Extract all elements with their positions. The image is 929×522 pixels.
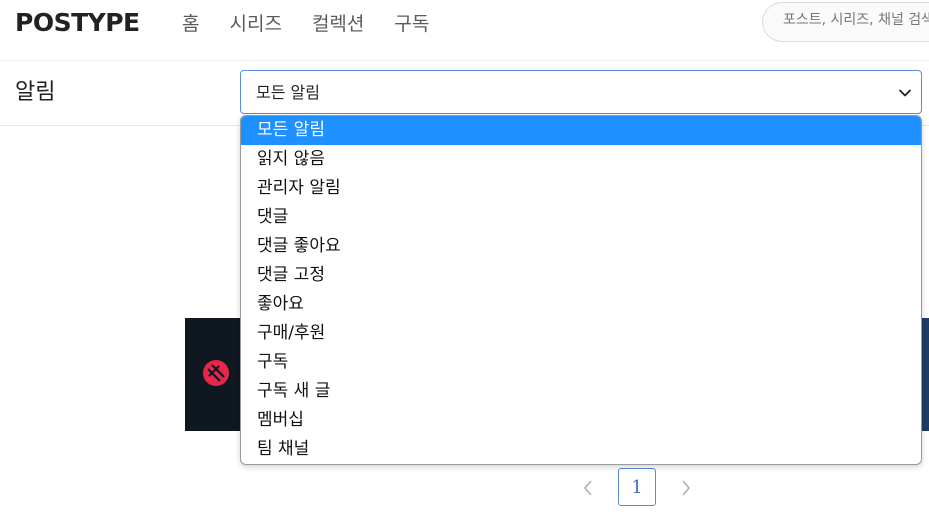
circle-logo-icon xyxy=(203,360,229,386)
chevron-left-icon[interactable] xyxy=(578,476,598,500)
option-unread[interactable]: 읽지 않음 xyxy=(241,145,921,174)
option-team-channel[interactable]: 팀 채널 xyxy=(241,435,921,464)
option-membership[interactable]: 멤버십 xyxy=(241,406,921,435)
option-purchase-support[interactable]: 구매/후원 xyxy=(241,319,921,348)
top-navigation-bar: POSTYPE 홈 시리즈 컬렉션 구독 xyxy=(0,0,929,61)
option-admin-notifications[interactable]: 관리자 알림 xyxy=(241,174,921,203)
nav-item-home[interactable]: 홈 xyxy=(182,10,199,38)
search-input[interactable] xyxy=(783,12,929,28)
pagination: 1 xyxy=(578,468,698,508)
main-nav: 홈 시리즈 컬렉션 구독 xyxy=(182,10,429,38)
nav-item-series[interactable]: 시리즈 xyxy=(229,10,281,38)
notification-filter-value: 모든 알림 xyxy=(256,83,320,102)
nav-item-subscription[interactable]: 구독 xyxy=(394,10,429,38)
search-box[interactable] xyxy=(762,2,929,42)
option-comment-likes[interactable]: 댓글 좋아요 xyxy=(241,232,921,261)
notification-filter-dropdown: 모든 알림 읽지 않음 관리자 알림 댓글 댓글 좋아요 댓글 고정 좋아요 구… xyxy=(240,115,922,465)
notification-filter-select[interactable]: 모든 알림 xyxy=(240,70,922,114)
option-comments[interactable]: 댓글 xyxy=(241,203,921,232)
page-title: 알림 xyxy=(15,80,56,105)
option-all-notifications[interactable]: 모든 알림 xyxy=(241,116,921,145)
option-subscription-new-post[interactable]: 구독 새 글 xyxy=(241,377,921,406)
option-likes[interactable]: 좋아요 xyxy=(241,290,921,319)
nav-item-collection[interactable]: 컬렉션 xyxy=(312,10,364,38)
chevron-right-icon[interactable] xyxy=(676,476,696,500)
chevron-down-icon xyxy=(899,89,911,97)
page-number-current[interactable]: 1 xyxy=(618,468,656,506)
postype-logo[interactable]: POSTYPE xyxy=(15,6,140,40)
option-subscription[interactable]: 구독 xyxy=(241,348,921,377)
option-comment-pinned[interactable]: 댓글 고정 xyxy=(241,261,921,290)
